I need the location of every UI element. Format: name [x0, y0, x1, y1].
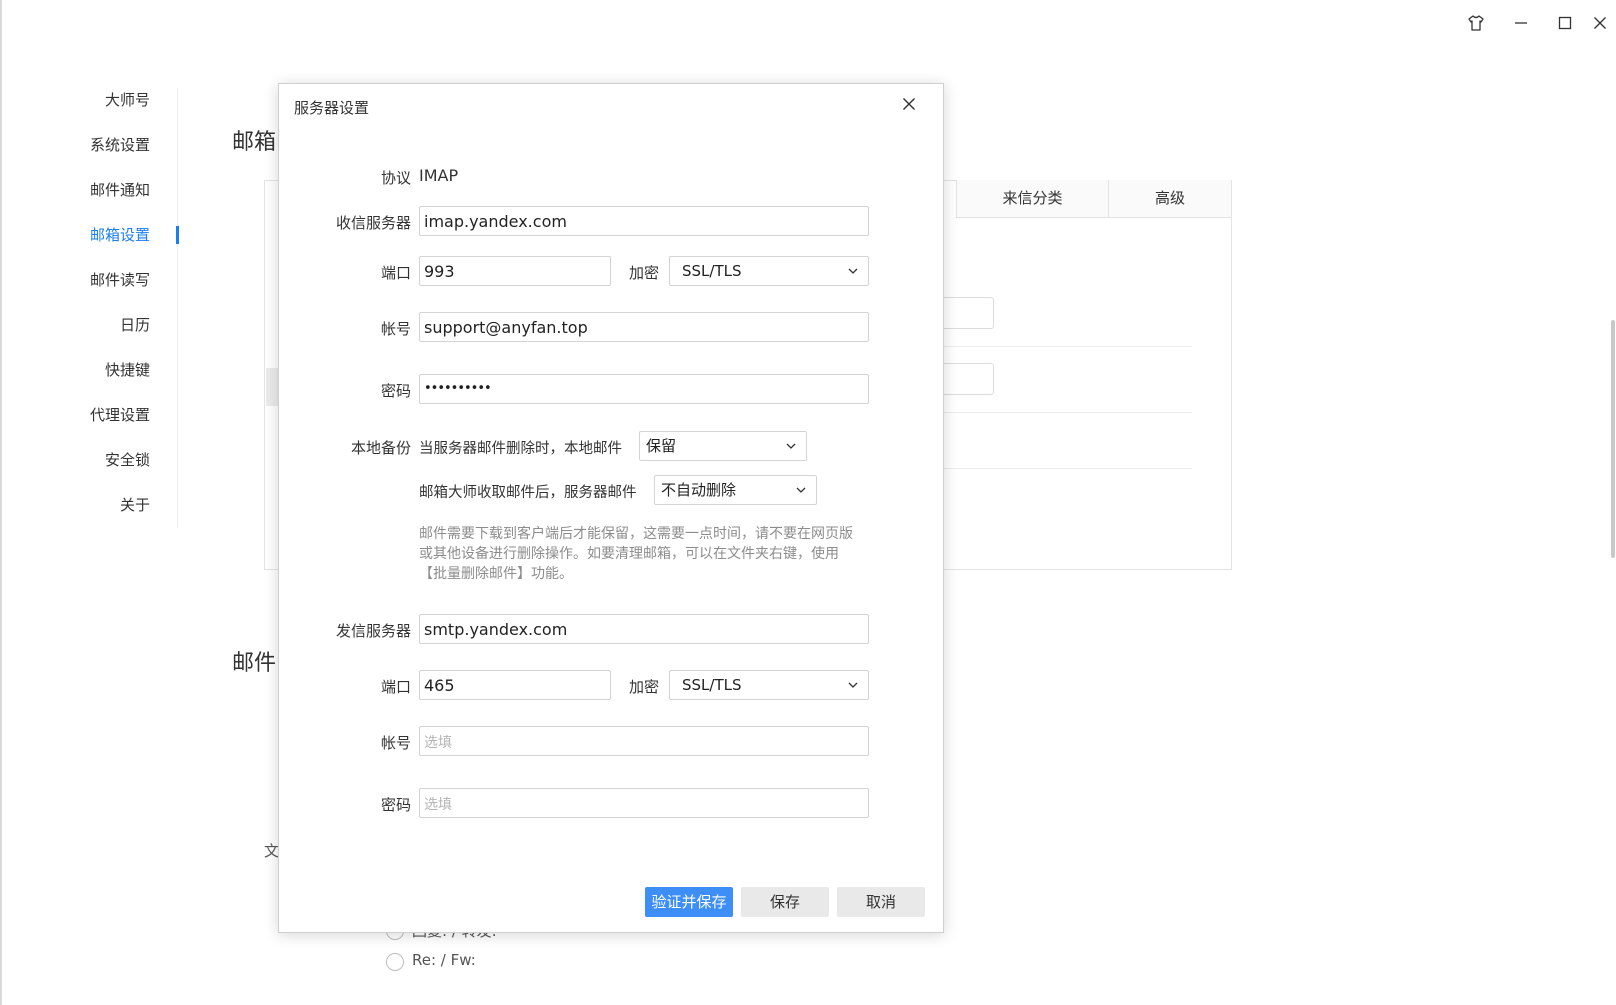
backup-rule2-value: 不自动删除 [661, 481, 737, 499]
radio-re-fw[interactable] [386, 953, 404, 971]
dialog-title: 服务器设置 [294, 99, 370, 117]
nav-item-calendar[interactable]: 日历 [0, 314, 150, 335]
background-divider-2 [942, 412, 1192, 413]
table-header-mail-category[interactable]: 来信分类 [956, 180, 1108, 218]
background-divider-3 [942, 468, 1192, 469]
sidebar-divider [177, 88, 178, 528]
nav-item-about[interactable]: 关于 [0, 494, 150, 515]
outgoing-account-label: 帐号 [380, 734, 411, 752]
protocol-value: IMAP [419, 166, 459, 185]
outgoing-port-input[interactable] [419, 670, 611, 700]
nav-item-security-lock[interactable]: 安全锁 [0, 449, 150, 470]
nav-item-shortcuts[interactable]: 快捷键 [0, 359, 150, 380]
chevron-down-icon [848, 268, 858, 274]
backup-rule2-select[interactable]: 不自动删除 [654, 475, 817, 505]
nav-item-mail-notification[interactable]: 邮件通知 [0, 179, 150, 200]
chevron-down-icon [786, 443, 796, 449]
server-settings-dialog: 服务器设置 协议 IMAP 收信服务器 端口 加密 SSL/TLS 帐号 密码 … [278, 83, 944, 933]
close-icon[interactable] [1587, 10, 1613, 36]
outgoing-port-label: 端口 [380, 678, 411, 696]
active-nav-indicator [176, 226, 179, 244]
incoming-port-input[interactable] [419, 256, 611, 286]
cancel-button[interactable]: 取消 [837, 887, 925, 917]
backup-rule2-text: 邮箱大师收取邮件后，服务器邮件 [419, 485, 637, 501]
dialog-close-icon[interactable] [897, 92, 921, 116]
table-row-highlight [266, 368, 278, 406]
outgoing-account-input[interactable] [419, 726, 869, 756]
incoming-password-label: 密码 [380, 382, 411, 400]
outgoing-encrypt-label: 加密 [629, 678, 660, 696]
outgoing-server-input[interactable] [419, 614, 869, 644]
incoming-encrypt-label: 加密 [629, 264, 660, 282]
incoming-port-label: 端口 [380, 264, 411, 282]
section-title-mail: 邮件 [232, 651, 277, 676]
nav-item-system-settings[interactable]: 系统设置 [0, 134, 150, 155]
save-button[interactable]: 保存 [741, 887, 829, 917]
backup-rule1-select[interactable]: 保留 [639, 431, 807, 461]
table-header-advanced[interactable]: 高级 [1108, 180, 1231, 218]
chevron-down-icon [848, 682, 858, 688]
outgoing-encrypt-value: SSL/TLS [682, 676, 742, 694]
skin-icon[interactable] [1463, 10, 1489, 36]
minimize-icon[interactable] [1508, 10, 1534, 36]
verify-and-save-button[interactable]: 验证并保存 [645, 887, 733, 917]
incoming-encrypt-select[interactable]: SSL/TLS [669, 256, 869, 286]
outgoing-server-label: 发信服务器 [335, 622, 411, 640]
background-label: 文 [264, 842, 280, 860]
maximize-icon[interactable] [1552, 10, 1578, 36]
incoming-account-label: 帐号 [380, 320, 411, 338]
outgoing-password-input[interactable] [419, 788, 869, 818]
outgoing-password-label: 密码 [380, 796, 411, 814]
chevron-down-icon [796, 487, 806, 493]
outgoing-encrypt-select[interactable]: SSL/TLS [669, 670, 869, 700]
local-backup-label: 本地备份 [350, 439, 411, 457]
backup-rule1-text: 当服务器邮件删除时，本地邮件 [419, 441, 622, 457]
nav-item-proxy-settings[interactable]: 代理设置 [0, 404, 150, 425]
nav-item-master-account[interactable]: 大师号 [0, 89, 150, 110]
section-title-mailbox: 邮箱 [232, 130, 277, 155]
incoming-password-input[interactable]: •••••••••• [419, 374, 869, 404]
background-divider-1 [942, 346, 1192, 347]
scrollbar-thumb[interactable] [1611, 320, 1615, 558]
incoming-encrypt-value: SSL/TLS [682, 262, 742, 280]
nav-item-mailbox-settings[interactable]: 邮箱设置 [0, 224, 150, 245]
incoming-account-input[interactable] [419, 312, 869, 342]
nav-item-mail-read-write[interactable]: 邮件读写 [0, 269, 150, 290]
incoming-server-input[interactable] [419, 206, 869, 236]
settings-sidebar: 大师号 系统设置 邮件通知 邮箱设置 邮件读写 日历 快捷键 代理设置 安全锁 … [0, 0, 150, 600]
backup-rule1-value: 保留 [646, 437, 677, 455]
backup-note: 邮件需要下载到客户端后才能保留，这需要一点时间，请不要在网页版或其他设备进行删除… [419, 526, 853, 582]
protocol-label: 协议 [380, 169, 411, 187]
incoming-server-label: 收信服务器 [335, 214, 411, 232]
radio-re-fw-label: Re: / Fw: [412, 951, 476, 969]
